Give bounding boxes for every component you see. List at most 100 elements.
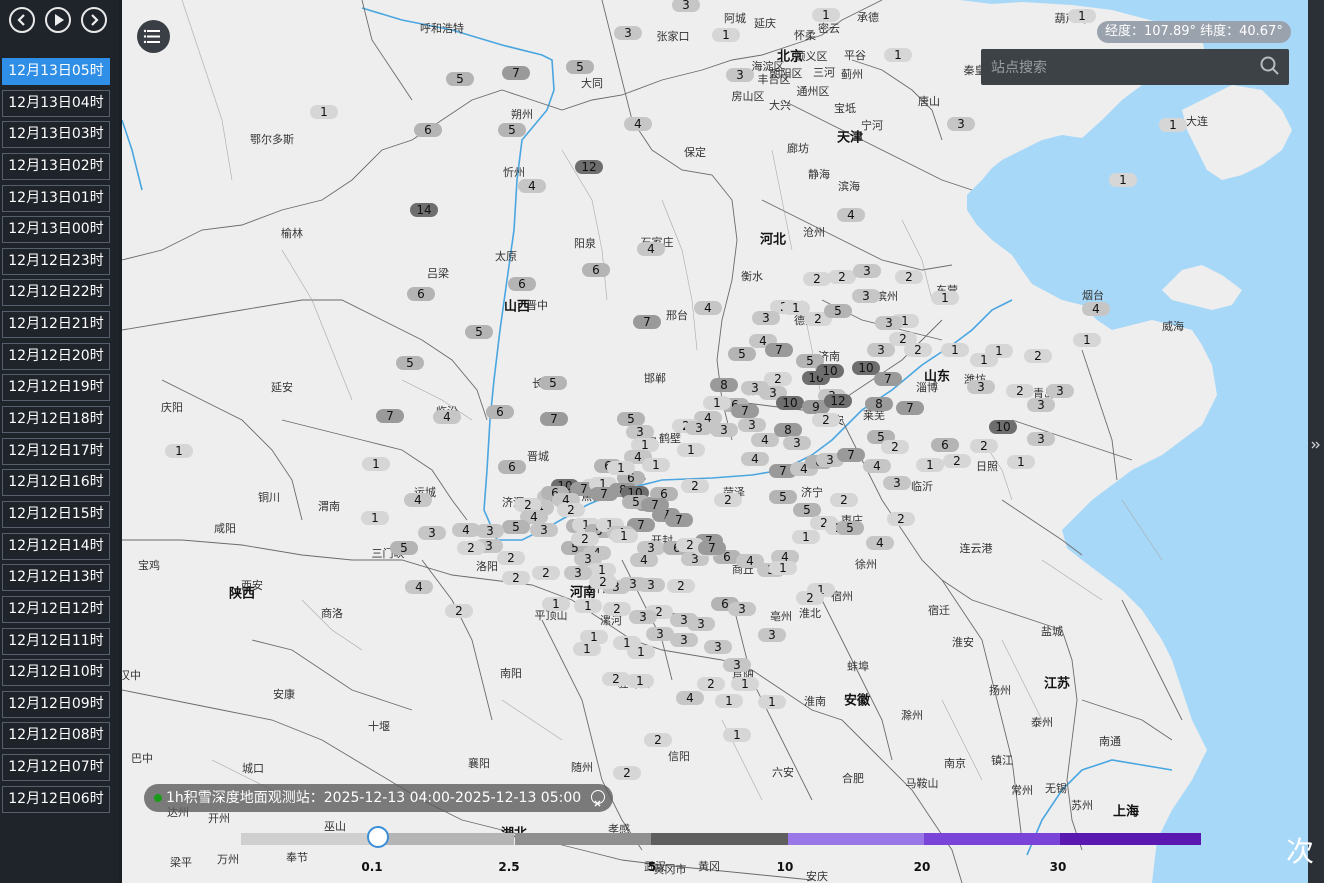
snow-depth-station[interactable]: 1 <box>677 443 705 457</box>
snow-depth-station[interactable]: 4 <box>433 410 461 424</box>
snow-depth-station[interactable]: 1 <box>715 694 743 708</box>
snow-depth-station[interactable]: 5 <box>617 412 645 426</box>
snow-depth-station[interactable]: 3 <box>726 68 754 82</box>
snow-depth-station[interactable]: 1 <box>812 8 840 22</box>
snow-depth-station[interactable]: 1 <box>758 695 786 709</box>
snow-depth-station[interactable]: 2 <box>557 503 585 517</box>
time-item[interactable]: 12月13日01时 <box>2 184 110 212</box>
time-item[interactable]: 12月13日04时 <box>2 89 110 117</box>
snow-depth-station[interactable]: 5 <box>793 503 821 517</box>
time-item[interactable]: 12月12日22时 <box>2 279 110 307</box>
snow-depth-station[interactable]: 3 <box>741 381 769 395</box>
snow-depth-station[interactable]: 2 <box>502 571 530 585</box>
station-search-input[interactable] <box>989 55 1253 81</box>
snow-depth-station[interactable]: 4 <box>837 208 865 222</box>
snow-depth-station[interactable]: 2 <box>644 733 672 747</box>
snow-depth-station[interactable]: 3 <box>723 658 751 672</box>
snow-depth-station[interactable]: 1 <box>884 48 912 62</box>
snow-depth-station[interactable]: 4 <box>863 459 891 473</box>
snow-depth-station[interactable]: 1 <box>941 343 969 357</box>
snow-depth-station[interactable]: 1 <box>310 105 338 119</box>
time-item[interactable]: 12月12日09时 <box>2 690 110 718</box>
snow-depth-station[interactable]: 3 <box>629 610 657 624</box>
time-item[interactable]: 12月12日23时 <box>2 247 110 275</box>
snow-depth-station[interactable]: 8 <box>774 423 802 437</box>
snow-depth-station[interactable]: 14 <box>410 203 438 217</box>
snow-depth-station[interactable]: 1 <box>607 461 635 475</box>
snow-depth-station[interactable]: 3 <box>758 628 786 642</box>
snow-depth-station[interactable]: 1 <box>1073 333 1101 347</box>
time-item[interactable]: 12月12日20时 <box>2 342 110 370</box>
snow-depth-station[interactable]: 7 <box>376 409 404 423</box>
snow-depth-station[interactable]: 2 <box>497 551 525 565</box>
snow-depth-station[interactable]: 2 <box>887 512 915 526</box>
time-item[interactable]: 12月13日00时 <box>2 216 110 244</box>
snow-depth-station[interactable]: 2 <box>895 270 923 284</box>
snow-depth-station[interactable]: 1 <box>703 396 731 410</box>
snow-depth-station[interactable]: 3 <box>1046 384 1074 398</box>
snow-depth-station[interactable]: 3 <box>883 476 911 490</box>
time-item[interactable]: 12月12日11时 <box>2 627 110 655</box>
time-item[interactable]: 12月12日12时 <box>2 595 110 623</box>
time-item[interactable]: 12月12日18时 <box>2 406 110 434</box>
snow-depth-station[interactable]: 1 <box>542 597 570 611</box>
snow-depth-station[interactable]: 12 <box>575 160 603 174</box>
search-icon[interactable] <box>1259 55 1281 77</box>
snow-depth-station[interactable]: 2 <box>881 440 909 454</box>
snow-depth-station[interactable]: 4 <box>405 580 433 594</box>
snow-depth-station[interactable]: 10 <box>989 420 1017 434</box>
snow-depth-station[interactable]: 1 <box>1159 118 1187 132</box>
snow-depth-station[interactable]: 7 <box>665 513 693 527</box>
snow-depth-station[interactable]: 10 <box>776 396 804 410</box>
snow-depth-station[interactable]: 3 <box>1027 432 1055 446</box>
snow-depth-station[interactable]: 1 <box>642 458 670 472</box>
snow-depth-station[interactable]: 2 <box>603 602 631 616</box>
snow-depth-station[interactable]: 1 <box>931 291 959 305</box>
snow-depth-station[interactable]: 6 <box>582 263 610 277</box>
snow-depth-station[interactable]: 7 <box>633 315 661 329</box>
layer-menu-button[interactable] <box>137 20 170 53</box>
snow-depth-station[interactable]: 2 <box>943 454 971 468</box>
snow-depth-station[interactable]: 2 <box>889 332 917 346</box>
snow-depth-station[interactable]: 1 <box>731 677 759 691</box>
snow-depth-station[interactable]: 3 <box>752 311 780 325</box>
snow-depth-station[interactable]: 7 <box>540 412 568 426</box>
snow-depth-station[interactable]: 3 <box>704 640 732 654</box>
next-button[interactable] <box>81 7 107 33</box>
time-item[interactable]: 12月13日02时 <box>2 152 110 180</box>
time-item[interactable]: 12月12日21时 <box>2 311 110 339</box>
legend-close-button[interactable] <box>591 790 606 807</box>
snow-depth-station[interactable]: 3 <box>637 578 665 592</box>
snow-depth-station[interactable]: 7 <box>502 66 530 80</box>
snow-depth-station[interactable]: 6 <box>508 277 536 291</box>
snow-depth-station[interactable]: 3 <box>626 425 654 439</box>
snow-depth-station[interactable]: 3 <box>947 117 975 131</box>
snow-depth-station[interactable]: 7 <box>896 401 924 415</box>
snow-depth-station[interactable]: 8 <box>710 378 738 392</box>
snow-depth-station[interactable]: 5 <box>769 490 797 504</box>
snow-depth-station[interactable]: 5 <box>465 325 493 339</box>
snow-depth-station[interactable]: 1 <box>916 458 944 472</box>
snow-depth-station[interactable]: 1 <box>1068 9 1096 23</box>
snow-depth-station[interactable]: 5 <box>498 123 526 137</box>
snow-depth-station[interactable]: 2 <box>445 604 473 618</box>
snow-depth-station[interactable]: 1 <box>782 301 810 315</box>
snow-depth-station[interactable]: 2 <box>457 541 485 555</box>
time-item[interactable]: 12月12日19时 <box>2 374 110 402</box>
snow-depth-station[interactable]: 3 <box>852 289 880 303</box>
snow-depth-station[interactable]: 2 <box>589 575 617 589</box>
snow-depth-station[interactable]: 1 <box>574 599 602 613</box>
snow-depth-station[interactable]: 3 <box>967 380 995 394</box>
snow-depth-station[interactable]: 5 <box>728 347 756 361</box>
snow-depth-station[interactable]: 5 <box>446 72 474 86</box>
snow-depth-station[interactable]: 2 <box>812 413 840 427</box>
snow-depth-station[interactable]: 2 <box>613 766 641 780</box>
snow-depth-station[interactable]: 4 <box>1082 302 1110 316</box>
snow-depth-station[interactable]: 3 <box>738 418 766 432</box>
snow-depth-station[interactable]: 3 <box>564 566 592 580</box>
time-item[interactable]: 12月12日16时 <box>2 469 110 497</box>
snow-depth-station[interactable]: 4 <box>452 523 480 537</box>
snow-depth-station[interactable]: 6 <box>414 123 442 137</box>
snow-depth-station[interactable]: 1 <box>723 728 751 742</box>
snow-depth-station[interactable]: 1 <box>610 529 638 543</box>
